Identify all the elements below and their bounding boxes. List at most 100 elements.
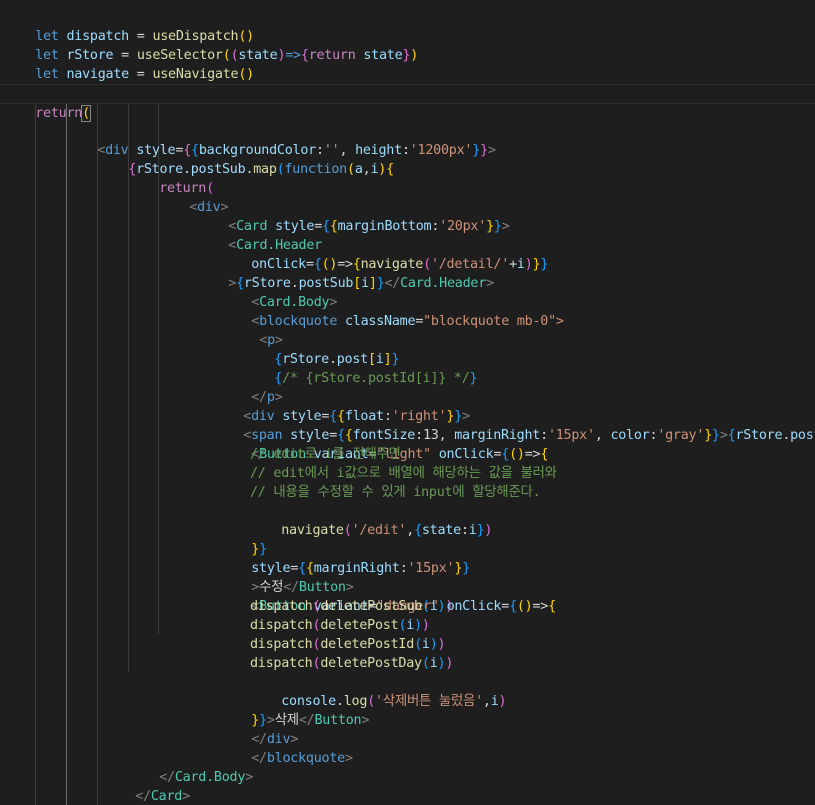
code-line: {/* {rStore.postId[i]} */}	[243, 350, 477, 386]
code-token: )	[498, 694, 507, 709]
code-token: >	[486, 276, 494, 291]
code-token: )	[484, 523, 493, 538]
code-token: >	[501, 219, 510, 234]
code-token: )	[414, 618, 422, 633]
code-token: </	[298, 713, 315, 728]
code-line: <div>	[158, 179, 228, 215]
code-token: }	[462, 561, 470, 576]
code-token: +	[509, 257, 517, 272]
code-token: :	[401, 143, 410, 158]
code-token: navigate	[66, 67, 130, 82]
code-line: >수정</Button>	[220, 559, 354, 595]
code-token: "blockquote mb-0">	[423, 314, 564, 329]
code-line: <p>	[228, 312, 283, 348]
code-token: (	[81, 105, 91, 122]
code-line: return(	[128, 160, 214, 196]
code-token: :	[460, 523, 469, 538]
code-line: <div style={{float:'right'}}>	[212, 388, 470, 424]
code-token: }	[376, 276, 385, 291]
code-line: </div>	[220, 711, 298, 747]
code-line: <Button variant="danger" onClick={()=>{	[220, 578, 556, 614]
code-token: Card.Header	[400, 276, 487, 291]
code-token: // 내용을 수정할 수 있게 input에 할당해준다.	[250, 485, 541, 500]
code-token: marginBottom	[337, 219, 432, 234]
code-line: dispatch(deletePostSub(i))	[250, 597, 453, 616]
code-line: <Card.Body>	[220, 274, 337, 310]
code-token: deletePostId	[320, 637, 415, 652]
code-token: '15px'	[547, 428, 595, 443]
code-token: i	[490, 694, 499, 709]
code-token: onClick	[438, 447, 494, 462]
code-line: dispatch(deletePost(i))	[250, 616, 430, 635]
code-token: {	[329, 219, 338, 234]
code-line: <blockquote className="blockquote mb-0">	[220, 293, 564, 329]
current-line-highlight	[0, 84, 815, 104]
code-token: {	[414, 523, 422, 538]
code-line: style={{marginRight:'15px'}}	[220, 540, 470, 576]
code-line: <Card.Header	[197, 217, 322, 253]
code-line: dispatch(deletePostId(i))	[250, 635, 446, 654]
code-token: useNavigate	[152, 67, 239, 82]
code-token: {	[540, 447, 549, 462]
indent-guide-active	[66, 104, 67, 805]
code-line: {rStore.post[i]}	[243, 331, 399, 367]
code-token: i	[406, 618, 415, 633]
code-line: <div style={{backgroundColor:'', height:…	[66, 122, 496, 158]
code-token: dispatch	[250, 637, 313, 652]
code-line: </Card>	[104, 768, 190, 804]
code-line: dispatch(deletePostDay(i))	[250, 654, 453, 673]
code-token: '/edit'	[351, 523, 407, 538]
code-line: >{rStore.postSub[i]}</Card.Header>	[197, 255, 494, 291]
code-token: return	[35, 106, 83, 121]
code-token: =>	[532, 599, 549, 614]
code-token: )	[429, 637, 438, 652]
code-token: }	[493, 219, 502, 234]
code-editor[interactable]: let dispatch = useDispatch() let rStore …	[0, 0, 815, 805]
code-token: className	[345, 314, 416, 329]
code-token: )	[378, 162, 387, 177]
indent-guide	[35, 104, 36, 805]
code-token: )	[445, 656, 454, 671]
code-token: '1200px'	[409, 143, 473, 158]
code-token: '삭제버튼 눌렀음'	[375, 694, 483, 709]
code-token: ()	[516, 599, 533, 614]
code-token: >	[182, 789, 190, 804]
code-token: 'gray'	[657, 428, 705, 443]
code-token: </	[135, 789, 151, 804]
code-token: {	[322, 219, 330, 234]
code-token: dispatch	[250, 599, 313, 614]
code-line: // edit로 i를 전해주면	[250, 445, 401, 464]
code-token: {	[509, 599, 517, 614]
code-token: }	[712, 428, 720, 443]
code-line: onClick={()=>{navigate('/detail/'+i)}}	[220, 236, 548, 272]
code-token: ]	[368, 276, 377, 291]
code-token: >	[487, 143, 496, 158]
code-line: let rStore = useSelector((state)=>{retur…	[4, 27, 418, 63]
code-token: i	[361, 276, 369, 291]
code-token: // edit에서 i값으로 배열에 해당하는 값을 불러와	[250, 466, 557, 481]
code-token: =>	[285, 48, 301, 63]
code-token: )	[445, 599, 454, 614]
code-token: ()	[509, 447, 525, 462]
code-token: color	[610, 428, 650, 443]
code-token: blockquote	[266, 751, 345, 766]
code-token: dispatch	[250, 618, 313, 633]
code-token: )	[437, 637, 446, 652]
code-token: ,	[406, 523, 415, 538]
code-line: let dispatch = useDispatch()	[4, 8, 254, 44]
code-token: Button	[314, 713, 362, 728]
code-token: ()	[238, 67, 254, 82]
code-line: {rStore.postSub.map(function(a,i){	[97, 141, 394, 177]
code-token: (	[421, 656, 430, 671]
code-line: }}>삭제</Button>	[220, 692, 369, 728]
code-line: // edit에서 i값으로 배열에 해당하는 값을 불러와	[250, 464, 557, 483]
code-token: i	[429, 656, 438, 671]
code-token: dispatch	[250, 656, 313, 671]
code-token: deletePostSub	[320, 599, 422, 614]
code-token: onClick	[446, 599, 502, 614]
code-line: }}	[220, 521, 267, 557]
code-token: let	[35, 67, 59, 82]
